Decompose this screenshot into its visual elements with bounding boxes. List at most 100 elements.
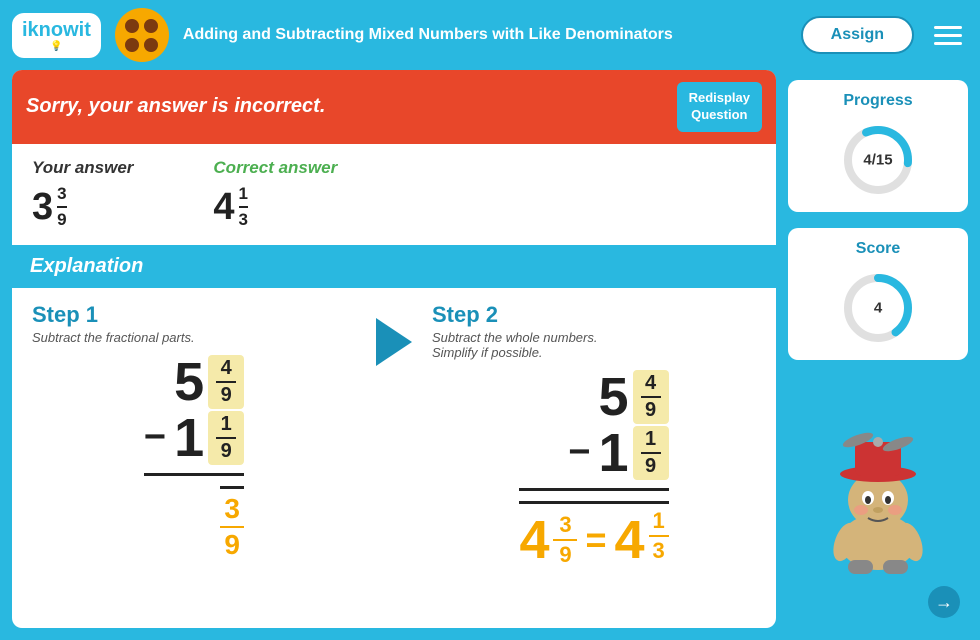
- app-header: iknowit 💡 Adding and Subtracting Mixed N…: [0, 0, 980, 70]
- correct-whole: 4: [213, 186, 234, 229]
- step2-equation: 5 4 9 − 1 1: [519, 370, 668, 572]
- top-num: 4: [221, 357, 232, 380]
- final-frac-line: [649, 535, 669, 537]
- next-button[interactable]: →: [928, 586, 960, 618]
- step2-math: 5 4 9 − 1 1: [432, 370, 756, 572]
- redisplay-button[interactable]: RedisplayQuestion: [677, 82, 762, 132]
- s2-minus: −: [568, 431, 590, 474]
- correct-denominator: 3: [239, 210, 248, 230]
- score-title: Score: [800, 240, 956, 258]
- menu-button[interactable]: [928, 20, 968, 51]
- dot: [125, 19, 139, 33]
- step-2: Step 2 Subtract the whole numbers. Simpl…: [432, 302, 756, 614]
- your-fraction: 3 9: [57, 184, 66, 231]
- top-den: 9: [221, 384, 232, 407]
- your-numerator: 3: [57, 184, 66, 204]
- your-denominator: 9: [57, 210, 66, 230]
- fraction-bar: [239, 206, 248, 208]
- underline: [519, 488, 668, 491]
- step2-result: 4 3 9 = 4 1 3: [519, 501, 668, 572]
- your-answer-block: Your answer 3 3 9: [32, 158, 133, 231]
- dots-grid: [125, 19, 158, 52]
- step2-title: Step 2: [432, 302, 756, 328]
- answer-section: Your answer 3 3 9 Correct answer 4 1: [12, 144, 776, 245]
- final-den: 3: [652, 538, 664, 564]
- score-donut: 4: [838, 268, 918, 348]
- sidebar: Progress 4/15 Score 4: [788, 70, 968, 628]
- s2-top-num: 4: [645, 372, 656, 395]
- frac-line: [216, 437, 236, 439]
- s2-top-whole: 5: [599, 370, 629, 424]
- progress-value: 4/15: [863, 152, 892, 169]
- equals-sign: =: [585, 519, 606, 561]
- frac-line: [216, 381, 236, 383]
- s2-top-frac: 4 9: [633, 370, 669, 424]
- s2-bottom-den: 9: [645, 455, 656, 478]
- explanation-bar: Explanation: [12, 245, 776, 288]
- dot: [144, 38, 158, 52]
- step1-math: 5 4 9 − 1 1: [32, 355, 356, 561]
- s2-bottom-frac: 1 9: [633, 426, 669, 480]
- s2-top-den: 9: [645, 399, 656, 422]
- incorrect-message: Sorry, your answer is incorrect.: [26, 95, 325, 118]
- fraction-bar: [57, 206, 66, 208]
- your-answer-label: Your answer: [32, 158, 133, 178]
- mascot-area: →: [788, 376, 968, 628]
- s2-bottom-row: − 1 1 9: [568, 426, 668, 480]
- assign-button[interactable]: Assign: [801, 16, 914, 54]
- result-num: 3: [224, 493, 240, 525]
- content-panel: Sorry, your answer is incorrect. Redispl…: [12, 70, 776, 628]
- frac-line: [641, 452, 661, 454]
- minus-sign: −: [144, 416, 166, 459]
- logo-text: iknowit: [22, 19, 91, 41]
- lesson-title: Adding and Subtracting Mixed Numbers wit…: [183, 26, 787, 44]
- correct-answer-block: Correct answer 4 1 3: [213, 158, 337, 231]
- s2-bottom-whole: 1: [599, 426, 629, 480]
- steps-section: Step 1 Subtract the fractional parts. 5 …: [12, 288, 776, 628]
- dot: [125, 38, 139, 52]
- feedback-banner: Sorry, your answer is incorrect. Redispl…: [12, 70, 776, 144]
- logo: iknowit 💡: [12, 13, 101, 58]
- s2-result-den: 9: [559, 542, 571, 568]
- top-row: 5 4 9: [174, 355, 244, 409]
- top-fraction-box: 4 9: [208, 355, 244, 409]
- bottom-row: − 1 1 9: [144, 411, 244, 465]
- s2-frac-line: [553, 539, 577, 541]
- step1-equation: 5 4 9 − 1 1: [144, 355, 244, 561]
- your-whole: 3: [32, 186, 53, 229]
- dot: [144, 19, 158, 33]
- result-den: 9: [224, 529, 240, 561]
- s2-bottom-num: 1: [645, 428, 656, 451]
- correct-fraction: 1 3: [239, 184, 248, 231]
- menu-icon: [934, 34, 962, 37]
- arrow-icon: [376, 318, 412, 366]
- progress-card: Progress 4/15: [788, 80, 968, 212]
- bottom-fraction-box: 1 9: [208, 411, 244, 465]
- step-arrow: [376, 302, 412, 614]
- bottom-num: 1: [221, 413, 232, 436]
- step1-desc: Subtract the fractional parts.: [32, 330, 356, 345]
- underline: [144, 473, 244, 476]
- s2-result-whole: 4: [519, 509, 549, 571]
- progress-title: Progress: [800, 92, 956, 110]
- score-card: Score 4: [788, 228, 968, 360]
- final-whole: 4: [615, 509, 645, 571]
- bottom-whole: 1: [174, 411, 204, 465]
- step2-desc: Subtract the whole numbers. Simplify if …: [432, 330, 756, 360]
- correct-answer-label: Correct answer: [213, 158, 337, 178]
- frac-line: [641, 396, 661, 398]
- your-answer-value: 3 3 9: [32, 184, 133, 231]
- step-1: Step 1 Subtract the fractional parts. 5 …: [32, 302, 356, 614]
- top-whole: 5: [174, 355, 204, 409]
- bottom-den: 9: [221, 440, 232, 463]
- final-num: 1: [652, 508, 664, 534]
- step1-result: 3 9: [220, 486, 244, 561]
- menu-icon: [934, 42, 962, 45]
- correct-numerator: 1: [239, 184, 248, 204]
- main-area: Sorry, your answer is incorrect. Redispl…: [0, 70, 980, 640]
- result-frac-line: [220, 526, 244, 528]
- correct-answer-value: 4 1 3: [213, 184, 337, 231]
- s2-result-num: 3: [559, 512, 571, 538]
- logo-sub: 💡: [50, 41, 62, 52]
- step1-title: Step 1: [32, 302, 356, 328]
